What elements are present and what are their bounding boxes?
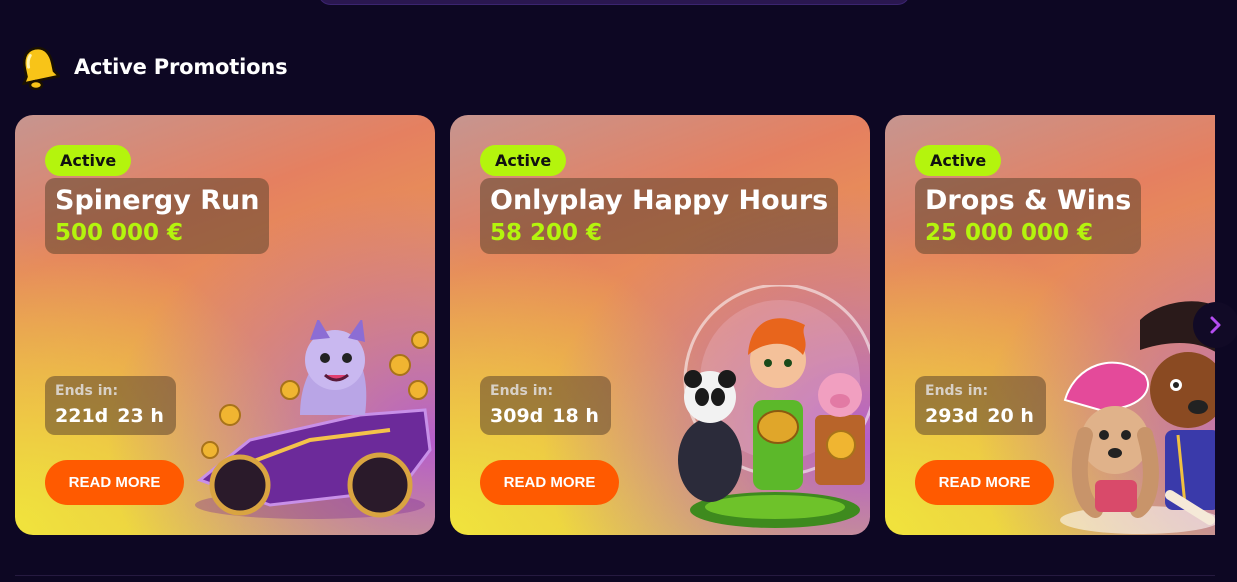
- promo-card[interactable]: Active Spinergy Run 500 000 € Ends in: 2…: [15, 115, 435, 535]
- carousel-next-button[interactable]: [1193, 302, 1237, 348]
- promo-amount: 25 000 000 €: [925, 220, 1094, 246]
- countdown: Ends in: 309d 18 h: [480, 376, 611, 435]
- read-more-button[interactable]: READ MORE: [45, 460, 184, 505]
- divider: [15, 575, 1215, 576]
- countdown-days: 293d: [925, 405, 979, 427]
- promo-title-box: Onlyplay Happy Hours 58 200 €: [480, 178, 839, 254]
- promo-card[interactable]: Active Drops & Wins 25 000 000 € Ends in…: [885, 115, 1215, 535]
- countdown-label: Ends in:: [490, 383, 554, 399]
- status-badge: Active: [45, 145, 132, 176]
- chevron-right-icon: [1210, 316, 1221, 334]
- read-more-button[interactable]: READ MORE: [480, 460, 619, 505]
- status-badge: Active: [480, 145, 567, 176]
- countdown-label: Ends in:: [925, 383, 989, 399]
- countdown-hours: 18 h: [552, 405, 599, 427]
- countdown-hours: 23 h: [117, 405, 164, 427]
- top-search-bar[interactable]: [318, 0, 910, 5]
- pirate-dogs-icon: [1060, 301, 1215, 534]
- countdown: Ends in: 221d 23 h: [45, 376, 176, 435]
- section-title: Active Promotions: [74, 55, 288, 79]
- racing-fox-icon: [195, 320, 432, 519]
- promo-title-box: Drops & Wins 25 000 000 €: [915, 178, 1142, 254]
- countdown-time: 309d 18 h: [490, 405, 599, 427]
- leprechaun-panda-icon: [678, 285, 870, 528]
- countdown-time: 293d 20 h: [925, 405, 1034, 427]
- promo-name: Onlyplay Happy Hours: [490, 185, 829, 216]
- countdown-label: Ends in:: [55, 383, 119, 399]
- bell-icon: [21, 46, 60, 90]
- promo-title-box: Spinergy Run 500 000 €: [45, 178, 270, 254]
- section-header: Active Promotions: [18, 44, 288, 90]
- countdown-time: 221d 23 h: [55, 405, 164, 427]
- promo-card[interactable]: Active Onlyplay Happy Hours 58 200 € End…: [450, 115, 870, 535]
- promo-amount: 58 200 €: [490, 220, 603, 246]
- countdown-hours: 20 h: [987, 405, 1034, 427]
- countdown: Ends in: 293d 20 h: [915, 376, 1046, 435]
- promo-name: Spinergy Run: [55, 185, 260, 216]
- countdown-days: 309d: [490, 405, 544, 427]
- promotions-carousel: Active Spinergy Run 500 000 € Ends in: 2…: [15, 115, 1215, 536]
- read-more-button[interactable]: READ MORE: [915, 460, 1054, 505]
- promo-name: Drops & Wins: [925, 185, 1132, 216]
- status-badge: Active: [915, 145, 1002, 176]
- countdown-days: 221d: [55, 405, 109, 427]
- promo-amount: 500 000 €: [55, 220, 184, 246]
